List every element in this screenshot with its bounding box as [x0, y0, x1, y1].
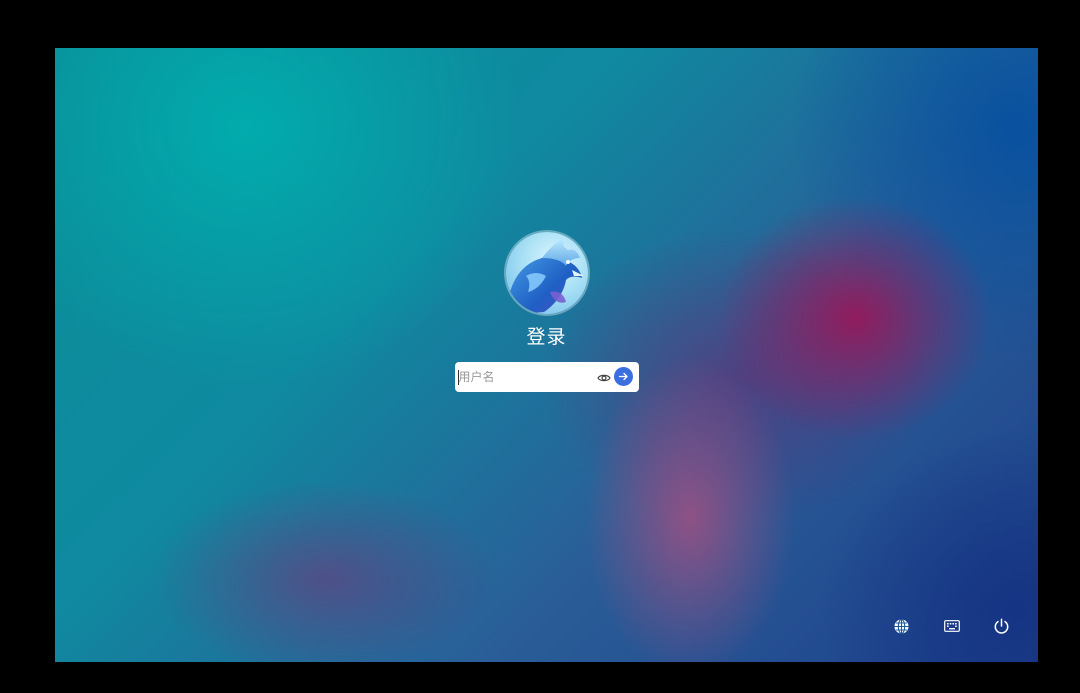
- eye-icon[interactable]: [596, 370, 611, 384]
- dragon-avatar-icon: [509, 238, 584, 314]
- power-icon: [994, 617, 1008, 634]
- language-button[interactable]: [890, 615, 912, 637]
- arrow-right-icon: [618, 372, 628, 381]
- keyboard-button[interactable]: [941, 615, 963, 637]
- keyboard-icon: [944, 620, 960, 632]
- globe-icon: [894, 618, 908, 634]
- login-title: 登录: [526, 326, 567, 348]
- login-screen: 登录: [55, 48, 1038, 662]
- text-caret: [457, 370, 459, 385]
- user-avatar[interactable]: [505, 232, 588, 314]
- submit-button[interactable]: [613, 367, 633, 386]
- login-panel: 登录: [55, 232, 1038, 392]
- username-field-container: [454, 362, 639, 392]
- power-button[interactable]: [990, 615, 1012, 637]
- username-input[interactable]: [454, 363, 589, 391]
